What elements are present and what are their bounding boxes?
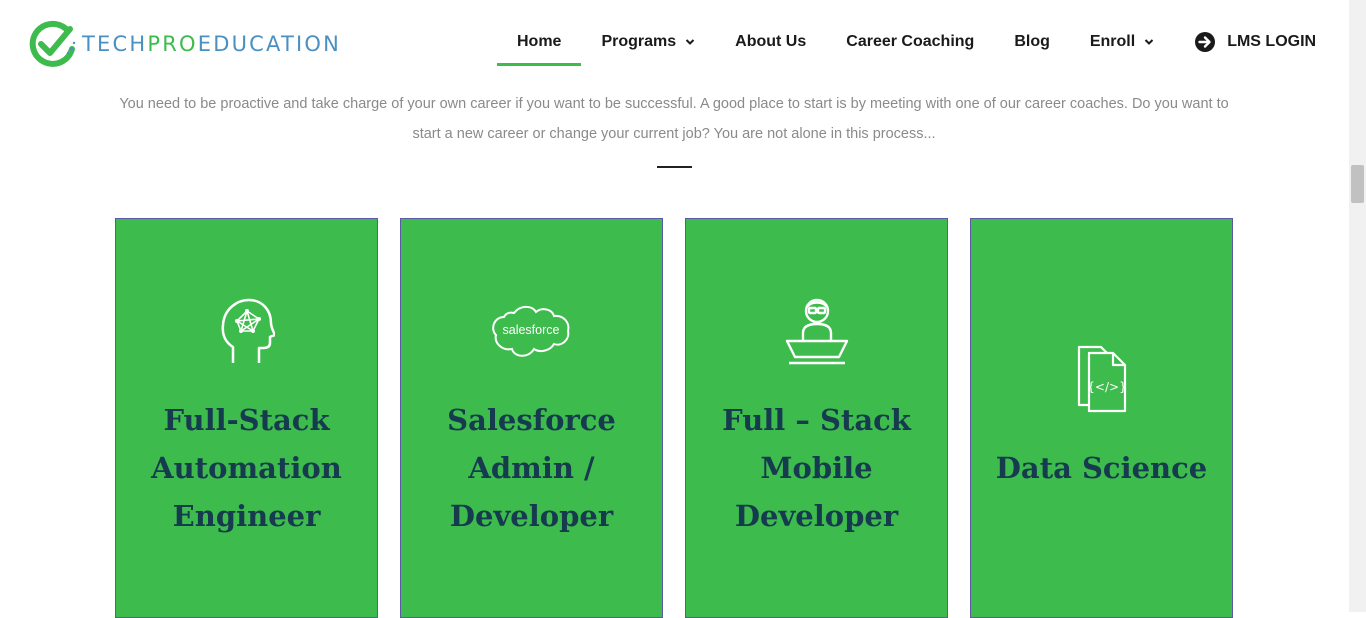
nav-blog[interactable]: Blog [994, 0, 1070, 84]
chevron-down-icon [1144, 39, 1154, 45]
card-title: Full – Stack Mobile Developer [722, 403, 911, 533]
arrow-circle-right-icon [1195, 32, 1216, 52]
scrollbar-thumb[interactable] [1351, 165, 1364, 203]
logo-wordmark: TECHPROEDUCATION [82, 32, 342, 56]
nav-career-coaching[interactable]: Career Coaching [826, 0, 994, 84]
logo-check-icon [29, 20, 76, 67]
code-files-icon: {</>} [1077, 345, 1126, 413]
brain-head-icon [221, 298, 275, 363]
developer-laptop-icon [785, 298, 848, 365]
card-title: Salesforce Admin / Developer [447, 403, 616, 533]
section-divider [657, 166, 692, 168]
card-title: Full-Stack Automation Engineer [151, 403, 342, 533]
nav-programs[interactable]: Programs [581, 0, 715, 84]
main-navigation: Home Programs About Us Career Coaching B… [497, 0, 1336, 84]
site-logo[interactable]: TECHPROEDUCATION [28, 18, 341, 70]
nav-enroll[interactable]: Enroll [1070, 0, 1174, 84]
nav-about-us[interactable]: About Us [715, 0, 826, 84]
program-card-automation[interactable]: Full-Stack Automation Engineer [115, 218, 378, 618]
program-card-salesforce[interactable]: salesforce Salesforce Admin / Developer [400, 218, 663, 618]
program-card-data-science[interactable]: {</>} Data Science [970, 218, 1233, 618]
salesforce-cloud-icon: salesforce [491, 305, 569, 357]
svg-text:salesforce: salesforce [502, 323, 559, 337]
svg-text:{</>}: {</>} [1087, 380, 1126, 394]
nav-home[interactable]: Home [497, 0, 582, 84]
nav-lms-login[interactable]: LMS LOGIN [1174, 0, 1336, 84]
card-title: Data Science [995, 451, 1208, 485]
intro-paragraph: You need to be proactive and take charge… [119, 96, 1229, 142]
program-card-mobile[interactable]: Full – Stack Mobile Developer [685, 218, 948, 618]
chevron-down-icon [685, 39, 695, 45]
scrollbar-track[interactable] [1349, 0, 1366, 612]
